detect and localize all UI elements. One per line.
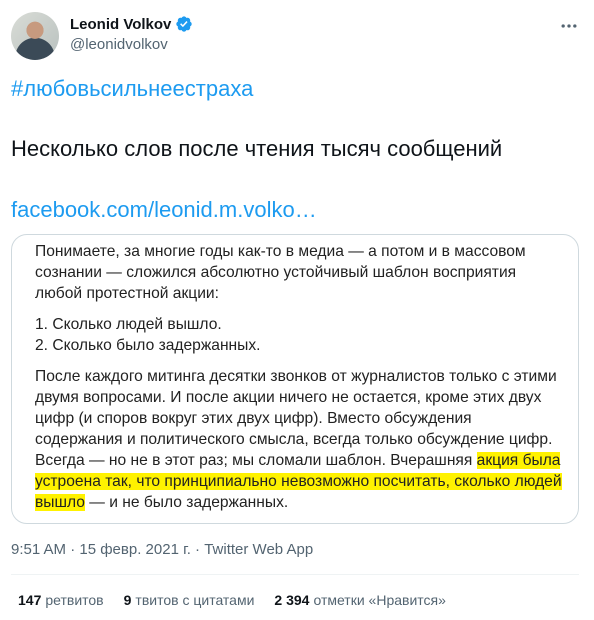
- likes-count: 2 394: [274, 592, 310, 608]
- engagement-stats: 147 ретвитов 9 твитов с цитатами 2 394 отме…: [18, 592, 446, 608]
- card-paragraph: После каждого митинга десятки звонков от…: [35, 366, 563, 513]
- likes-stat[interactable]: 2 394 отметки «Нравится»: [274, 592, 445, 608]
- tweet-text: Несколько слов после чтения тысяч сообще…: [11, 136, 503, 161]
- more-options-icon[interactable]: [559, 16, 579, 36]
- author-handle[interactable]: @leonidvolkov: [70, 36, 193, 53]
- card-list-item: 1. Сколько людей вышло.: [35, 316, 222, 333]
- user-info: Leonid Volkov @leonidvolkov: [70, 15, 193, 53]
- retweets-count: 147: [18, 592, 42, 608]
- tweet-header: Leonid Volkov @leonidvolkov: [11, 12, 583, 62]
- tweet-timestamp[interactable]: 9:51 AM · 15 февр. 2021 г. · Twitter Web…: [11, 541, 313, 558]
- name-row: Leonid Volkov: [70, 15, 193, 33]
- retweets-stat[interactable]: 147 ретвитов: [18, 592, 104, 608]
- card-list-item: 2. Сколько было задержанных.: [35, 337, 261, 354]
- card-text: Понимаете, за многие годы как-то в медиа…: [35, 241, 563, 523]
- author-name[interactable]: Leonid Volkov: [70, 16, 171, 33]
- quotes-count: 9: [123, 592, 132, 608]
- retweets-label: ретвитов: [45, 592, 104, 608]
- external-link[interactable]: facebook.com/leonid.m.volko…: [11, 197, 317, 223]
- hashtag-link[interactable]: #любовьсильнеестраха: [11, 76, 253, 102]
- divider: [11, 574, 579, 575]
- verified-badge-icon: [176, 16, 193, 32]
- attached-image-card[interactable]: Понимаете, за многие годы как-то в медиа…: [11, 234, 579, 524]
- card-text-span: — и не было задержанных.: [84, 494, 289, 511]
- quotes-label: твитов с цитатами: [135, 592, 255, 608]
- likes-label: отметки «Нравится»: [313, 592, 446, 608]
- avatar[interactable]: [11, 12, 59, 60]
- quotes-stat[interactable]: 9 твитов с цитатами: [124, 592, 255, 608]
- card-paragraph: Понимаете, за многие годы как-то в медиа…: [35, 243, 526, 302]
